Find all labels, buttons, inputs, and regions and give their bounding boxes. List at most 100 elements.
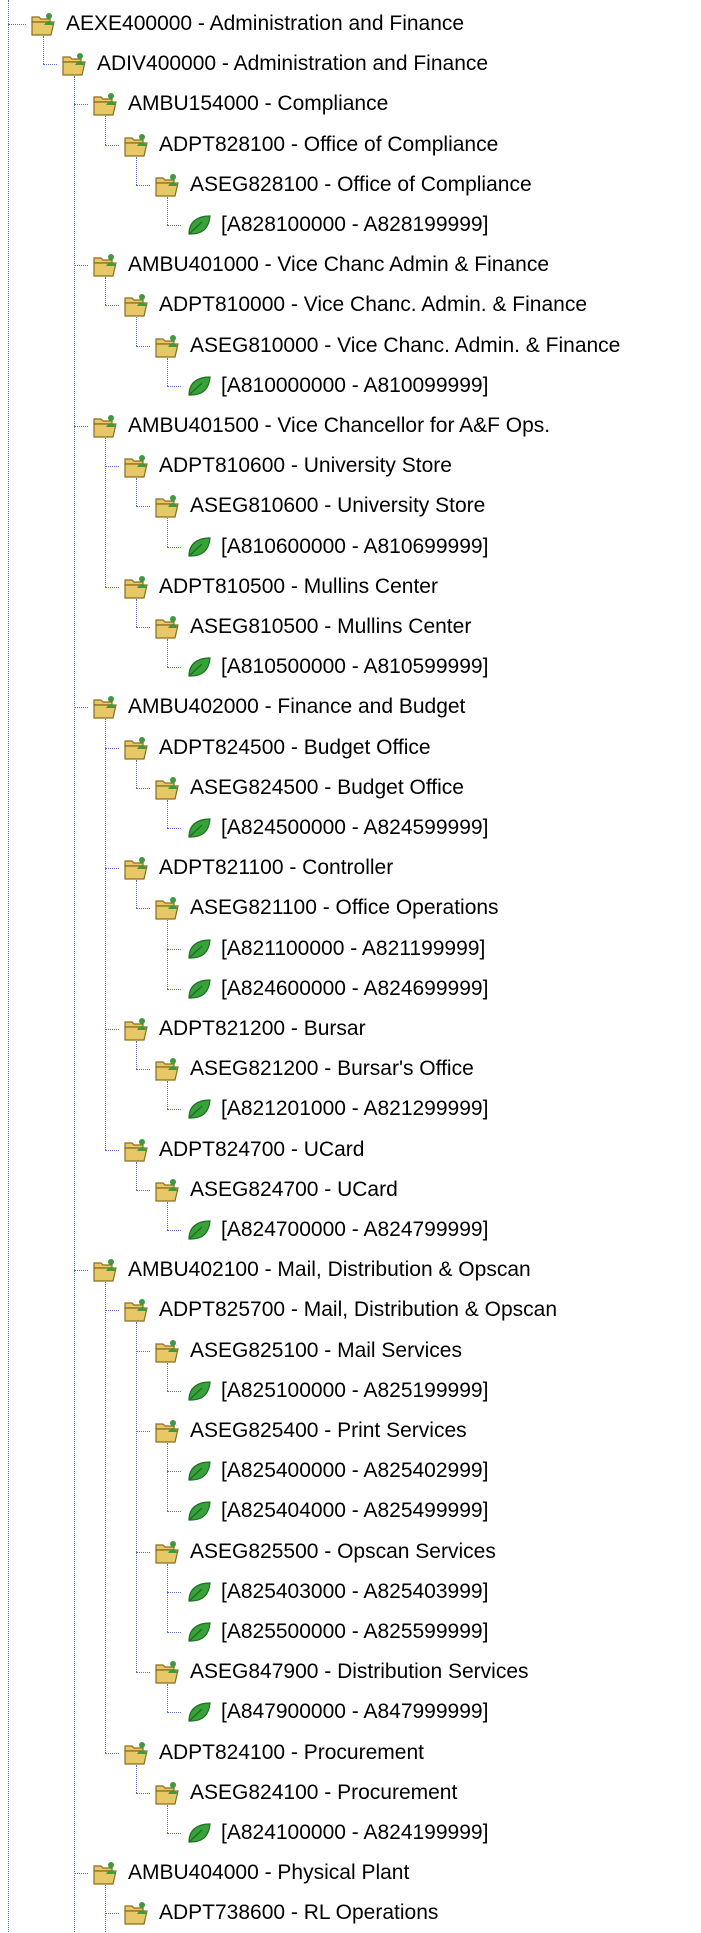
tree-folder-node[interactable]: ASEG821100 - Office Operations <box>154 888 499 928</box>
open-folder-person-icon <box>92 252 120 278</box>
tree-folder-node[interactable]: ADPT824100 - Procurement <box>123 1733 424 1773</box>
tree-folder-node[interactable]: ADPT810600 - University Store <box>123 446 452 486</box>
tree-leaf-node[interactable]: [A824500000 - A824599999] <box>185 808 488 848</box>
tree-node-label: AMBU402100 - Mail, Distribution & Opscan <box>128 1258 531 1282</box>
leaf-icon <box>185 1820 213 1846</box>
tree-node-label: [A825100000 - A825199999] <box>221 1378 489 1402</box>
tree-leaf-node[interactable]: [A824700000 - A824799999] <box>185 1210 488 1250</box>
tree-connector <box>105 277 106 306</box>
open-folder-person-icon <box>123 453 151 479</box>
tree-leaf-node[interactable]: [A825100000 - A825199999] <box>185 1371 488 1411</box>
tree-folder-node[interactable]: ADPT824500 - Budget Office <box>123 728 431 768</box>
tree-folder-node[interactable]: AMBU404000 - Physical Plant <box>92 1853 409 1893</box>
tree-connector <box>167 518 168 547</box>
tree-node-label: ADPT828100 - Office of Compliance <box>159 132 499 156</box>
tree-node-label: [A824600000 - A824699999] <box>221 976 489 1000</box>
tree-connector <box>43 64 57 66</box>
tree-connector <box>136 1189 150 1191</box>
tree-connector <box>167 1712 181 1714</box>
tree-folder-node[interactable]: AMBU401500 - Vice Chancellor for A&F Ops… <box>92 406 550 446</box>
tree-leaf-node[interactable]: [A825400000 - A825402999] <box>185 1451 488 1491</box>
tree-folder-node[interactable]: ASEG824700 - UCard <box>154 1170 398 1210</box>
tree-connector <box>43 36 44 65</box>
tree-folder-node[interactable]: AMBU154000 - Compliance <box>92 84 388 124</box>
tree-node-label: [A825500000 - A825599999] <box>221 1620 489 1643</box>
tree-connector <box>136 317 137 346</box>
leaf-icon <box>185 212 213 238</box>
tree-connector <box>167 920 168 989</box>
tree-leaf-node[interactable]: [A828100000 - A828199999] <box>185 205 488 245</box>
tree-node-label: ASEG828100 - Office of Compliance <box>190 172 532 196</box>
tree-folder-node[interactable]: AEXE400000 - Administration and Finance <box>30 4 464 44</box>
tree-folder-node[interactable]: ADPT821100 - Controller <box>123 848 393 888</box>
open-folder-person-icon <box>154 775 182 801</box>
open-folder-person-icon <box>154 1338 182 1364</box>
tree-leaf-node[interactable]: [A847900000 - A847999999] <box>185 1692 488 1732</box>
tree-folder-node[interactable]: ADPT824700 - UCard <box>123 1130 364 1170</box>
tree-folder-node[interactable]: ASEG824100 - Procurement <box>154 1773 457 1813</box>
tree-connector <box>136 184 150 186</box>
tree-leaf-node[interactable]: [A824600000 - A824699999] <box>185 969 488 1009</box>
tree-connector <box>136 1551 150 1553</box>
tree-connector <box>74 76 75 1932</box>
tree-leaf-node[interactable]: [A810600000 - A810699999] <box>185 527 488 567</box>
tree-leaf-node[interactable]: [A821100000 - A821199999] <box>185 929 485 969</box>
tree-folder-node[interactable]: ADPT825700 - Mail, Distribution & Opscan <box>123 1290 557 1330</box>
tree-node-label: ASEG825400 - Print Services <box>190 1419 467 1442</box>
tree-node-label: AMBU154000 - Compliance <box>128 92 389 116</box>
tree-folder-node[interactable]: ADIV400000 - Administration and Finance <box>61 44 488 84</box>
tree-folder-node[interactable]: ASEG824500 - Budget Office <box>154 768 464 808</box>
tree-connector <box>167 667 181 669</box>
tree-folder-node[interactable]: ASEG828100 - Office of Compliance <box>154 165 532 205</box>
tree-connector <box>136 1041 137 1070</box>
tree-folder-node[interactable]: ADPT828100 - Office of Compliance <box>123 125 498 165</box>
tree-folder-node[interactable]: ASEG825100 - Mail Services <box>154 1331 462 1371</box>
tree-node-label: [A810000000 - A810099999] <box>221 373 489 397</box>
tree-folder-node[interactable]: ASEG825400 - Print Services <box>154 1411 467 1451</box>
tree-folder-node[interactable]: ADPT738600 - RL Operations <box>123 1893 438 1933</box>
tree-folder-node[interactable]: AMBU401000 - Vice Chanc Admin & Finance <box>92 245 549 285</box>
tree-node-label: ASEG825500 - Opscan Services <box>190 1539 496 1563</box>
tree-node-label: [A828100000 - A828199999] <box>221 213 489 236</box>
tree-folder-node[interactable]: ASEG810000 - Vice Chanc. Admin. & Financ… <box>154 326 620 366</box>
tree-node-label: ASEG821200 - Bursar's Office <box>190 1057 474 1081</box>
tree-leaf-node[interactable]: [A824100000 - A824199999] <box>185 1813 488 1853</box>
tree-folder-node[interactable]: ADPT810000 - Vice Chanc. Admin. & Financ… <box>123 285 587 325</box>
tree-node-label: ADPT810000 - Vice Chanc. Admin. & Financ… <box>159 293 588 317</box>
tree-connector <box>167 799 168 828</box>
open-folder-person-icon <box>92 1257 120 1283</box>
open-folder-person-icon <box>154 895 182 921</box>
open-folder-person-icon <box>123 1740 151 1766</box>
tree-folder-node[interactable]: ASEG810500 - Mullins Center <box>154 607 471 647</box>
tree-folder-node[interactable]: ASEG825500 - Opscan Services <box>154 1532 496 1572</box>
tree-folder-node[interactable]: ADPT810500 - Mullins Center <box>123 567 438 607</box>
leaf-icon <box>185 1579 213 1605</box>
tree-connector <box>105 1885 106 1932</box>
tree-leaf-node[interactable]: [A825404000 - A825499999] <box>185 1491 488 1531</box>
tree-connector <box>167 639 168 668</box>
tree-leaf-node[interactable]: [A810500000 - A810599999] <box>185 647 488 687</box>
tree-folder-node[interactable]: ADPT821200 - Bursar <box>123 1009 366 1049</box>
tree-connector <box>136 1764 137 1793</box>
tree-leaf-node[interactable]: [A821201000 - A821299999] <box>185 1089 488 1129</box>
tree-connector <box>136 627 150 628</box>
tree-leaf-node[interactable]: [A825403000 - A825403999] <box>185 1572 488 1612</box>
open-folder-person-icon <box>123 855 151 881</box>
open-folder-person-icon <box>30 11 58 37</box>
tree-folder-node[interactable]: AMBU402000 - Finance and Budget <box>92 687 465 727</box>
tree-connector <box>136 1350 150 1352</box>
tree-connector <box>136 1161 137 1190</box>
tree-folder-node[interactable]: ASEG810600 - University Store <box>154 486 485 526</box>
tree-leaf-node[interactable]: [A825500000 - A825599999] <box>185 1612 488 1652</box>
tree-connector <box>105 1149 119 1151</box>
open-folder-person-icon <box>61 51 89 77</box>
tree-node-label: ASEG821100 - Office Operations <box>190 896 499 920</box>
tree-folder-node[interactable]: AMBU402100 - Mail, Distribution & Opscan <box>92 1250 531 1290</box>
tree-leaf-node[interactable]: [A810000000 - A810099999] <box>185 366 488 406</box>
tree-folder-node[interactable]: ASEG847900 - Distribution Services <box>154 1652 529 1692</box>
tree-folder-node[interactable]: ASEG821200 - Bursar's Office <box>154 1049 474 1089</box>
tree-connector <box>105 1282 106 1753</box>
tree-node-label: ASEG810600 - University Store <box>190 494 486 518</box>
tree-connector <box>105 1029 119 1030</box>
tree-node-label: ADPT810600 - University Store <box>159 454 452 478</box>
